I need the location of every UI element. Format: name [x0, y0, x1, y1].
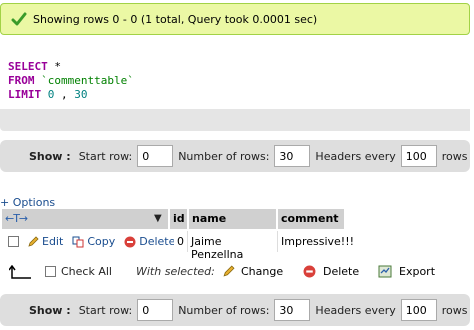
start-row-input[interactable]	[137, 145, 174, 167]
column-header-comment[interactable]: comment	[278, 209, 344, 229]
headers-every-input[interactable]	[400, 145, 437, 167]
bulk-actions: Check All With selected: Change Delete E…	[0, 262, 470, 284]
sql-code: SELECT * FROM `commenttable` LIMIT 0 , 3…	[0, 51, 470, 109]
success-message: Showing rows 0 - 0 (1 total, Query took …	[0, 3, 470, 35]
bulk-delete-button[interactable]: Delete	[303, 265, 359, 278]
num-rows-input-bottom[interactable]	[274, 299, 311, 321]
options-link[interactable]: + Options	[0, 196, 55, 209]
num-rows-label-bottom: Number of rows:	[178, 303, 270, 317]
sql-select-keyword: SELECT	[8, 60, 48, 73]
sql-comma: ,	[54, 88, 68, 101]
headers-every-label-bottom: Headers every	[315, 303, 396, 317]
start-row-label-bottom: Start row:	[78, 303, 133, 317]
row-checkbox[interactable]	[8, 236, 19, 247]
show-button-bottom[interactable]: Show :	[29, 304, 71, 317]
checkmark-icon	[11, 12, 27, 26]
sql-select-rest: *	[47, 60, 61, 73]
check-all-label[interactable]: Check All	[61, 265, 112, 278]
success-text: Showing rows 0 - 0 (1 total, Query took …	[33, 12, 318, 26]
sql-query-box: SELECT * FROM `commenttable` LIMIT 0 , 3…	[0, 51, 470, 131]
check-all-arrow-icon	[9, 265, 33, 281]
navigation-bar-bottom: Show : Start row: Number of rows: Header…	[0, 294, 470, 326]
change-button[interactable]: Change	[222, 265, 283, 278]
table-header-actions: ←T→ ▼	[2, 209, 168, 229]
cell-name: Jaime Penzellna	[187, 231, 276, 261]
change-label: Change	[241, 265, 284, 278]
headers-every-label: Headers every	[315, 149, 396, 163]
table-row: Edit Copy Delete	[0, 231, 175, 252]
export-button[interactable]: Export	[378, 265, 435, 278]
delete-link[interactable]: Delete	[124, 235, 175, 248]
rows-label-bottom: rows	[441, 303, 468, 317]
start-row-input-bottom[interactable]	[137, 299, 174, 321]
copy-icon	[72, 236, 84, 247]
headers-every-input-bottom[interactable]	[400, 299, 437, 321]
export-icon	[378, 265, 392, 278]
column-arrows-icon[interactable]: ←T→	[5, 212, 28, 225]
delete-icon	[303, 265, 316, 278]
pencil-icon	[28, 235, 39, 247]
num-rows-input[interactable]	[274, 145, 311, 167]
check-all-control[interactable]: Check All	[45, 265, 112, 278]
delete-label: Delete	[139, 235, 176, 248]
sql-table-name: `commenttable`	[34, 74, 134, 87]
with-selected-label: With selected:	[136, 265, 215, 278]
sql-limit-keyword: LIMIT	[8, 88, 42, 101]
sql-from-keyword: FROM	[8, 74, 35, 87]
column-header-name[interactable]: name	[189, 209, 276, 229]
export-label: Export	[399, 265, 436, 278]
sql-limit-count: 30	[67, 88, 88, 101]
sql-limit-start: 0	[41, 88, 55, 101]
check-all-checkbox[interactable]	[45, 266, 56, 277]
copy-label: Copy	[87, 235, 116, 248]
num-rows-label: Number of rows:	[178, 149, 270, 163]
edit-label: Edit	[42, 235, 64, 248]
edit-link[interactable]: Edit	[27, 235, 63, 248]
navigation-bar-top: Show : Start row: Number of rows: Header…	[0, 140, 470, 172]
show-button[interactable]: Show :	[29, 150, 71, 163]
cell-comment: Impressive!!!	[277, 231, 354, 252]
column-header-id[interactable]: id	[170, 209, 187, 229]
rows-label: rows	[441, 149, 468, 163]
pencil-icon	[223, 265, 235, 277]
sort-dropdown-icon[interactable]: ▼	[154, 213, 162, 224]
copy-link[interactable]: Copy	[72, 235, 115, 248]
start-row-label: Start row:	[78, 149, 133, 163]
bulk-delete-label: Delete	[323, 265, 360, 278]
delete-icon	[124, 236, 136, 247]
